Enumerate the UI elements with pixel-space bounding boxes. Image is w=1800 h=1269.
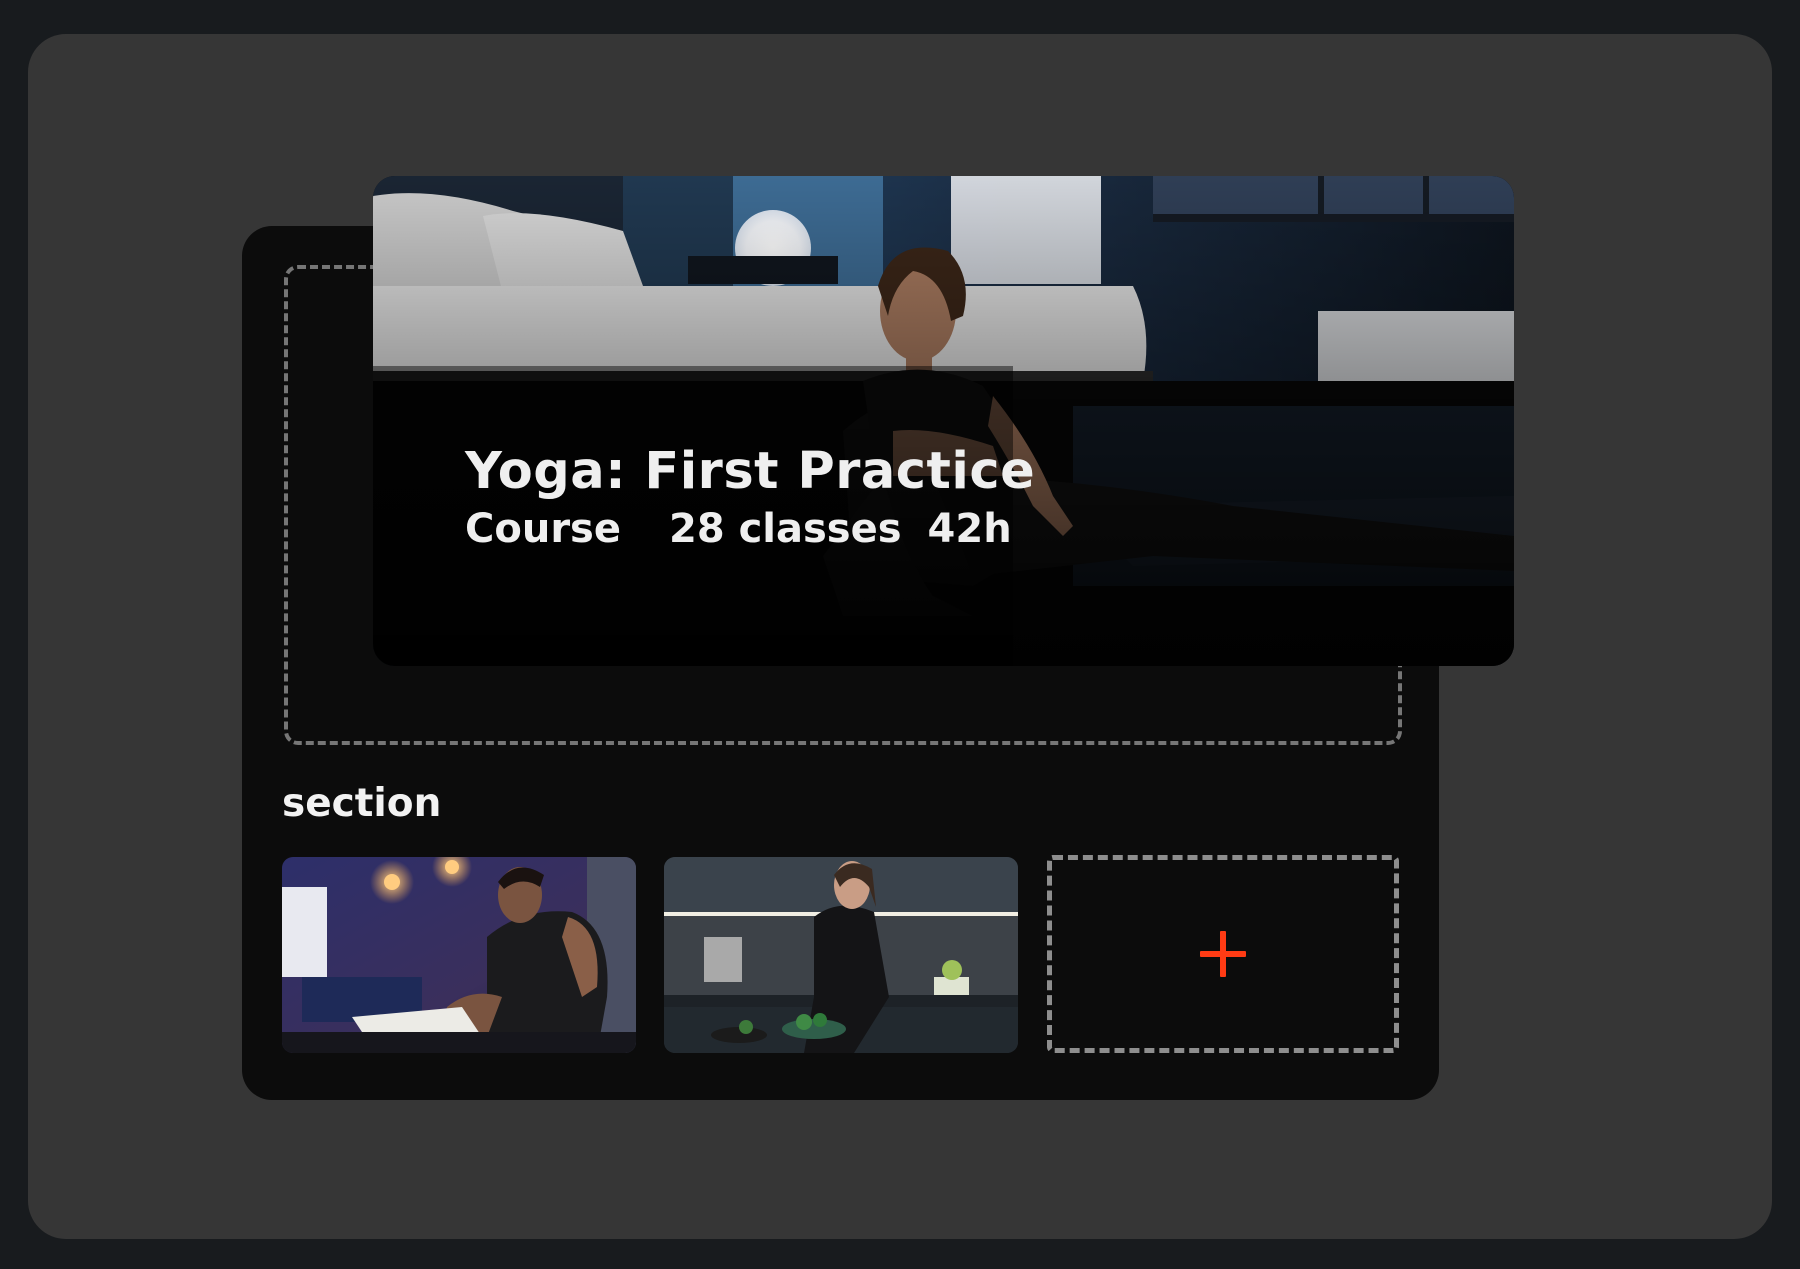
- course-type: Course: [465, 506, 621, 552]
- course-hero-card[interactable]: Yoga: First Practice Course 28 classes 42h: [373, 176, 1514, 666]
- hero-image: [373, 176, 1514, 666]
- add-item-button[interactable]: [1047, 855, 1399, 1053]
- thumbnail-woman-cooking[interactable]: [664, 857, 1018, 1053]
- course-duration: 42h: [927, 506, 1012, 552]
- section-heading: section: [282, 781, 442, 826]
- hero-text-block: Yoga: First Practice Course 28 classes 42h: [465, 442, 1035, 554]
- plus-icon: [1200, 931, 1246, 977]
- course-title: Yoga: First Practice: [465, 442, 1036, 501]
- thumbnail-man-writing[interactable]: [282, 857, 636, 1053]
- thumbnail-image: [282, 857, 636, 1053]
- course-meta: Course 28 classes 42h: [465, 504, 1035, 554]
- thumbnail-image: [664, 857, 1018, 1053]
- class-count: 28 classes: [668, 506, 902, 552]
